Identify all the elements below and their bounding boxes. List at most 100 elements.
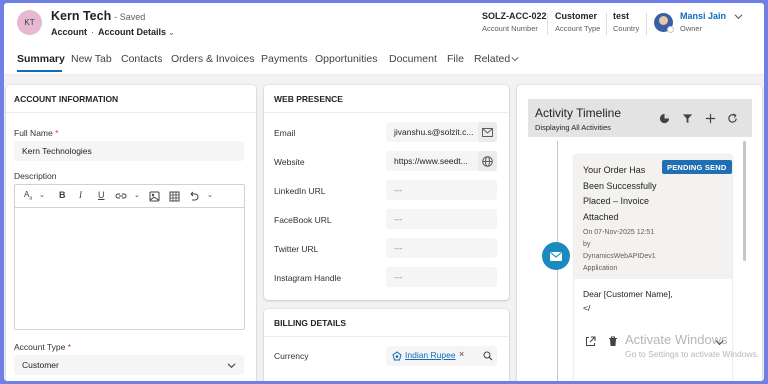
email-activity-icon: [542, 242, 570, 270]
underline-icon[interactable]: U: [98, 190, 105, 200]
tab-related[interactable]: Related: [474, 53, 519, 65]
tab-opportunities[interactable]: Opportunities: [315, 53, 377, 65]
tab-summary[interactable]: Summary: [17, 53, 65, 65]
header-field-country: test Country: [613, 11, 639, 33]
open-record-icon[interactable]: [585, 336, 596, 347]
required-indicator: *: [67, 342, 72, 352]
owner-label: Owner: [680, 24, 703, 33]
instagram-input[interactable]: ---: [386, 267, 497, 287]
tab-orders-invoices[interactable]: Orders & Invoices: [171, 53, 254, 65]
website-input[interactable]: https://www.seedt...: [386, 151, 478, 171]
image-icon[interactable]: [149, 191, 160, 202]
divider: [606, 13, 607, 35]
table-icon[interactable]: [169, 191, 180, 202]
timeline-subtitle: Displaying All Activities: [535, 123, 611, 132]
currency-label: Currency: [274, 351, 309, 361]
instagram-label: Instagram Handle: [274, 273, 342, 283]
tab-related-label: Related: [474, 53, 511, 65]
tab-new-tab[interactable]: New Tab: [71, 53, 112, 65]
remove-icon[interactable]: ×: [459, 349, 464, 359]
account-type-field-label: Account Type *: [14, 342, 71, 352]
chevron-down-icon[interactable]: [227, 361, 236, 370]
section-title: WEB PRESENCE: [274, 94, 343, 104]
country-value: test: [613, 11, 630, 21]
pie-chart-icon[interactable]: [659, 113, 670, 124]
bold-icon[interactable]: B: [59, 190, 66, 200]
presence-icon: [667, 26, 674, 33]
activity-author-type: Application: [583, 265, 618, 272]
facebook-label: FaceBook URL: [274, 215, 332, 225]
globe-icon: [482, 155, 493, 167]
text-style-icon[interactable]: Aa: [24, 190, 32, 202]
owner-link[interactable]: Mansi Jain: [680, 11, 726, 21]
tab-bar: Summary New Tab Contacts Orders & Invoic…: [4, 43, 764, 75]
chevron-down-icon[interactable]: ⌄: [134, 191, 140, 199]
italic-icon[interactable]: I: [79, 190, 82, 200]
save-status: - Saved: [114, 12, 146, 22]
required-indicator: *: [55, 128, 59, 138]
activate-windows-watermark: Activate Windows: [625, 332, 728, 347]
record-name: Kern Tech: [51, 9, 112, 23]
website-label: Website: [274, 157, 305, 167]
divider: [264, 112, 509, 113]
link-icon[interactable]: [115, 192, 127, 200]
timeline-scrollbar[interactable]: [743, 141, 746, 261]
timeline-activity-card[interactable]: Your Order Has Been Successfully Placed …: [574, 155, 732, 381]
editor-toolbar: Aa ⌄ B I U ⌄ ⌄: [15, 185, 244, 208]
header-field-owner: Mansi Jain Owner: [680, 11, 726, 33]
tab-file[interactable]: File: [447, 53, 464, 65]
twitter-label: Twitter URL: [274, 244, 319, 254]
record-title: Kern Tech - Saved: [51, 9, 145, 23]
account-type-label: Account Type: [555, 24, 601, 33]
full-name-label-text: Full Name: [14, 128, 53, 138]
form-selector[interactable]: Account Details: [98, 27, 166, 37]
record-avatar: KT: [17, 10, 42, 35]
chevron-down-icon[interactable]: ⌄: [39, 191, 45, 199]
chevron-down-icon[interactable]: ⌄: [207, 191, 213, 199]
active-tab-indicator: [17, 70, 62, 72]
add-icon[interactable]: [705, 113, 716, 124]
account-number-label: Account Number: [482, 24, 538, 33]
full-name-input[interactable]: Kern Technologies: [14, 141, 244, 161]
activity-subject[interactable]: Your Order Has Been Successfully Placed …: [583, 163, 668, 225]
activity-date: On 07-Nov-2025 12:51: [583, 229, 655, 236]
activity-by: by: [583, 241, 591, 248]
record-header: KT Kern Tech - Saved Account · Account Deta…: [4, 3, 764, 43]
delete-icon[interactable]: [608, 336, 618, 347]
currency-link[interactable]: Indian Rupee: [405, 350, 456, 360]
open-website-button[interactable]: [478, 151, 497, 171]
account-number-value: SOLZ-ACC-022: [482, 11, 547, 21]
activity-author: DynamicsWebAPIDev1: [583, 253, 656, 260]
tab-document[interactable]: Document: [389, 53, 437, 65]
undo-icon[interactable]: [188, 191, 199, 202]
timeline-title: Activity Timeline: [535, 106, 622, 120]
refresh-icon[interactable]: [727, 113, 738, 124]
linkedin-input[interactable]: ---: [386, 180, 497, 200]
account-type-label-text: Account Type: [14, 342, 66, 352]
description-editor[interactable]: Aa ⌄ B I U ⌄ ⌄: [14, 184, 245, 330]
header-field-account-type: Customer Account Type: [555, 11, 600, 33]
facebook-input[interactable]: ---: [386, 209, 497, 229]
account-type-selected: Customer: [22, 360, 59, 370]
tab-payments[interactable]: Payments: [261, 53, 308, 65]
expand-header-chevron-icon[interactable]: [734, 12, 743, 21]
twitter-input[interactable]: ---: [386, 238, 497, 258]
mail-icon: [482, 127, 493, 137]
email-label: Email: [274, 128, 296, 138]
send-email-button[interactable]: [478, 122, 497, 142]
divider: [646, 13, 647, 35]
tab-contacts[interactable]: Contacts: [121, 53, 162, 65]
chevron-down-icon[interactable]: ⌄: [168, 28, 175, 37]
email-input[interactable]: jivanshu.s@solzit.c...: [386, 122, 478, 142]
section-title: ACCOUNT INFORMATION: [14, 94, 119, 104]
header-field-account-number: SOLZ-ACC-022 Account Number: [482, 11, 547, 33]
filter-icon[interactable]: [682, 113, 693, 124]
breadcrumb-separator: ·: [91, 27, 94, 37]
currency-lookup[interactable]: Indian Rupee ×: [386, 346, 497, 366]
account-information-section: ACCOUNT INFORMATION Full Name * Kern Tec…: [6, 85, 256, 381]
account-type-select[interactable]: Customer: [14, 355, 244, 375]
activity-body-line: Dear [Customer Name],: [583, 289, 673, 299]
account-type-value: Customer: [555, 11, 598, 21]
search-icon[interactable]: [483, 351, 493, 361]
billing-details-section: BILLING DETAILS Currency Indian Rupee ×: [264, 309, 509, 381]
